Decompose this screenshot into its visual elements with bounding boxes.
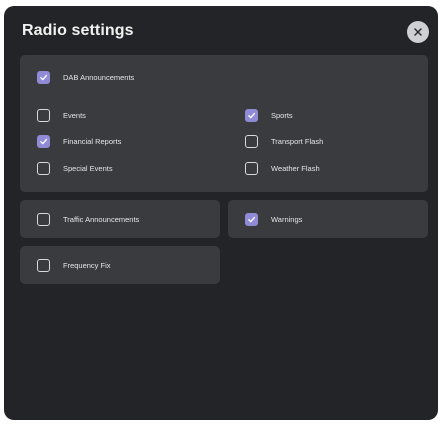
weather-flash-checkbox-box[interactable] [245, 161, 258, 175]
dab-announcements-checkbox[interactable]: DAB Announcements [37, 69, 134, 85]
dab-announcements-card: DAB Announcements Events Financial Repor… [20, 55, 428, 192]
weather-flash-checkbox[interactable]: Weather Flash [245, 160, 320, 176]
traffic-announcements-card[interactable]: Traffic Announcements [20, 200, 220, 238]
warnings-checkbox[interactable]: Warnings [245, 211, 302, 227]
special-events-checkbox[interactable]: Special Events [37, 160, 113, 176]
special-events-label: Special Events [63, 163, 113, 173]
warnings-label: Warnings [271, 214, 303, 224]
sports-label: Sports [271, 110, 293, 120]
financial-reports-checkbox-box[interactable] [37, 134, 50, 148]
dab-announcements-label: DAB Announcements [63, 72, 135, 82]
dialog-title: Radio settings [22, 22, 134, 39]
dab-announcements-checkbox-box[interactable] [37, 70, 50, 84]
events-checkbox-box[interactable] [37, 108, 50, 122]
traffic-announcements-checkbox[interactable]: Traffic Announcements [37, 211, 139, 227]
sports-checkbox-box[interactable] [245, 108, 258, 122]
frequency-fix-checkbox[interactable]: Frequency Fix [37, 257, 111, 273]
checkmark-icon [40, 74, 48, 80]
transport-flash-label: Transport Flash [271, 136, 324, 146]
weather-flash-label: Weather Flash [271, 163, 320, 173]
traffic-announcements-checkbox-box[interactable] [37, 212, 50, 226]
events-label: Events [63, 110, 86, 120]
special-events-checkbox-box[interactable] [37, 161, 50, 175]
financial-reports-checkbox[interactable]: Financial Reports [37, 133, 121, 149]
checkmark-icon [40, 138, 48, 144]
checkmark-icon [248, 112, 256, 118]
close-button[interactable] [407, 21, 429, 43]
transport-flash-checkbox[interactable]: Transport Flash [245, 133, 323, 149]
sports-checkbox[interactable]: Sports [245, 107, 293, 123]
frequency-fix-label: Frequency Fix [63, 260, 111, 270]
warnings-card[interactable]: Warnings [228, 200, 428, 238]
traffic-announcements-label: Traffic Announcements [63, 214, 140, 224]
warnings-checkbox-box[interactable] [245, 212, 258, 226]
transport-flash-checkbox-box[interactable] [245, 134, 258, 148]
radio-settings-dialog: Radio settings DAB Announcements Events … [4, 6, 438, 420]
checkmark-icon [248, 216, 256, 222]
events-checkbox[interactable]: Events [37, 107, 86, 123]
frequency-fix-checkbox-box[interactable] [37, 258, 50, 272]
frequency-fix-card[interactable]: Frequency Fix [20, 246, 220, 284]
financial-reports-label: Financial Reports [63, 136, 122, 146]
close-icon [414, 28, 422, 36]
